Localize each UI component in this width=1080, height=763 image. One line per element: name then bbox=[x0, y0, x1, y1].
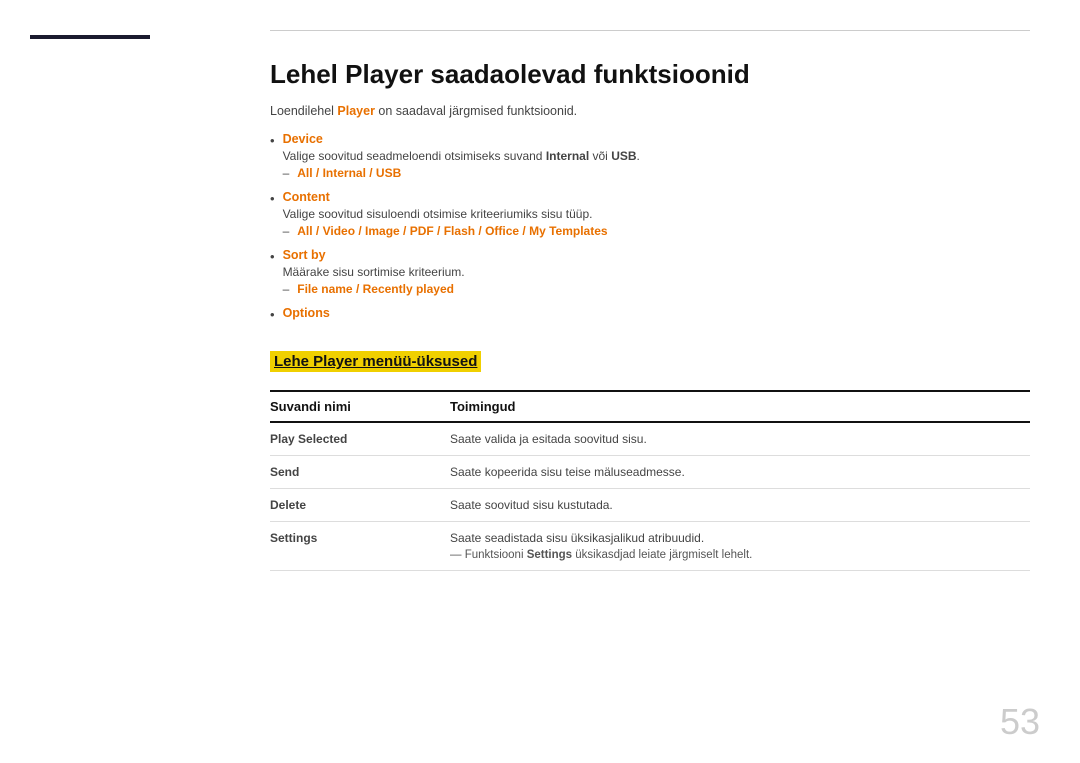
note-after: üksikasdjad leiate järgmiselt lehelt. bbox=[572, 549, 752, 561]
bullet-options: • Options bbox=[270, 306, 1030, 323]
row-action-play-selected: Saate valida ja esitada soovitud sisu. bbox=[450, 422, 1030, 456]
intro-highlight: Player bbox=[337, 104, 375, 118]
bullet-label-options: Options bbox=[283, 306, 330, 320]
row-action-delete: Saate soovitud sisu kustutada. bbox=[450, 489, 1030, 522]
table-row-play-selected: Play Selected Saate valida ja esitada so… bbox=[270, 422, 1030, 456]
row-name-play-selected: Play Selected bbox=[270, 422, 450, 456]
sub-text-sortby: File name / Recently played bbox=[297, 282, 454, 296]
desc-mid-device: või bbox=[589, 149, 611, 163]
row-name-send: Send bbox=[270, 456, 450, 489]
bullet-dot-2: • bbox=[270, 191, 275, 206]
section2-heading: Lehe Player menüü-üksused bbox=[274, 353, 477, 370]
menu-table: Suvandi nimi Toimingud Play Selected Saa… bbox=[270, 390, 1030, 571]
table-row-delete: Delete Saate soovitud sisu kustutada. bbox=[270, 489, 1030, 522]
main-title: Lehel Player saadaolevad funktsioonid bbox=[270, 59, 1030, 90]
bullet-label-device: Device bbox=[283, 132, 640, 146]
bullet-content-sec: • Content Valige soovitud sisuloendi ots… bbox=[270, 190, 1030, 238]
bullet-sortby: • Sort by Määrake sisu sortimise kriteer… bbox=[270, 248, 1030, 296]
bullet-device: • Device Valige soovitud seadmeloendi ot… bbox=[270, 132, 1030, 180]
settings-note: ― Funktsiooni Settings üksikasdjad leiat… bbox=[450, 549, 1030, 561]
note-before: ― Funktsiooni bbox=[450, 549, 527, 561]
table-row-send: Send Saate kopeerida sisu teise mälusead… bbox=[270, 456, 1030, 489]
bullet-desc-device: Valige soovitud seadmeloendi otsimiseks … bbox=[283, 149, 640, 163]
col-header-name: Suvandi nimi bbox=[270, 391, 450, 422]
table-header-row: Suvandi nimi Toimingud bbox=[270, 391, 1030, 422]
sub-item-content: – All / Video / Image / PDF / Flash / Of… bbox=[283, 224, 608, 238]
desc-after-device: . bbox=[637, 149, 640, 163]
bullet-desc-sortby: Määrake sisu sortimise kriteerium. bbox=[283, 265, 465, 279]
row-action-send: Saate kopeerida sisu teise mäluseadmesse… bbox=[450, 456, 1030, 489]
bullet-content-content: Content Valige soovitud sisuloendi otsim… bbox=[283, 190, 608, 238]
intro-before: Loendilehel bbox=[270, 104, 337, 118]
intro-text: Loendilehel Player on saadaval järgmised… bbox=[270, 104, 1030, 118]
col-header-action: Toimingud bbox=[450, 391, 1030, 422]
sub-text-content: All / Video / Image / PDF / Flash / Offi… bbox=[297, 224, 607, 238]
sub-item-device: – All / Internal / USB bbox=[283, 166, 640, 180]
content-area: Lehel Player saadaolevad funktsioonid Lo… bbox=[230, 0, 1080, 763]
dash-sortby: – bbox=[283, 282, 290, 296]
table-row-settings: Settings Saate seadistada sisu üksikasja… bbox=[270, 522, 1030, 571]
row-name-settings: Settings bbox=[270, 522, 450, 571]
bullet-dot-1: • bbox=[270, 133, 275, 148]
desc-bold1-device: Internal bbox=[546, 149, 589, 163]
bullet-desc-content: Valige soovitud sisuloendi otsimise krit… bbox=[283, 207, 608, 221]
section2-heading-box: Lehe Player menüü-üksused bbox=[270, 351, 481, 372]
page-number: 53 bbox=[1000, 701, 1040, 743]
bullet-label-content: Content bbox=[283, 190, 608, 204]
desc-before-device: Valige soovitud seadmeloendi otsimiseks … bbox=[283, 149, 546, 163]
sidebar-bar bbox=[30, 35, 150, 39]
top-line bbox=[270, 30, 1030, 31]
sub-text-device: All / Internal / USB bbox=[297, 166, 401, 180]
sub-item-sortby: – File name / Recently played bbox=[283, 282, 465, 296]
bullet-content-device: Device Valige soovitud seadmeloendi otsi… bbox=[283, 132, 640, 180]
desc-bold2-device: USB bbox=[611, 149, 636, 163]
sidebar bbox=[0, 0, 230, 763]
dash-device: – bbox=[283, 166, 290, 180]
intro-after: on saadaval järgmised funktsioonid. bbox=[375, 104, 577, 118]
row-name-delete: Delete bbox=[270, 489, 450, 522]
settings-action-text: Saate seadistada sisu üksikasjalikud atr… bbox=[450, 531, 704, 545]
dash-content: – bbox=[283, 224, 290, 238]
row-action-settings: Saate seadistada sisu üksikasjalikud atr… bbox=[450, 522, 1030, 571]
note-bold: Settings bbox=[527, 549, 572, 561]
bullet-content-sortby: Sort by Määrake sisu sortimise kriteeriu… bbox=[283, 248, 465, 296]
bullet-dot-3: • bbox=[270, 249, 275, 264]
page-container: Lehel Player saadaolevad funktsioonid Lo… bbox=[0, 0, 1080, 763]
bullet-content-options: Options bbox=[283, 306, 330, 323]
bullet-label-sortby: Sort by bbox=[283, 248, 465, 262]
bullet-dot-4: • bbox=[270, 307, 275, 322]
